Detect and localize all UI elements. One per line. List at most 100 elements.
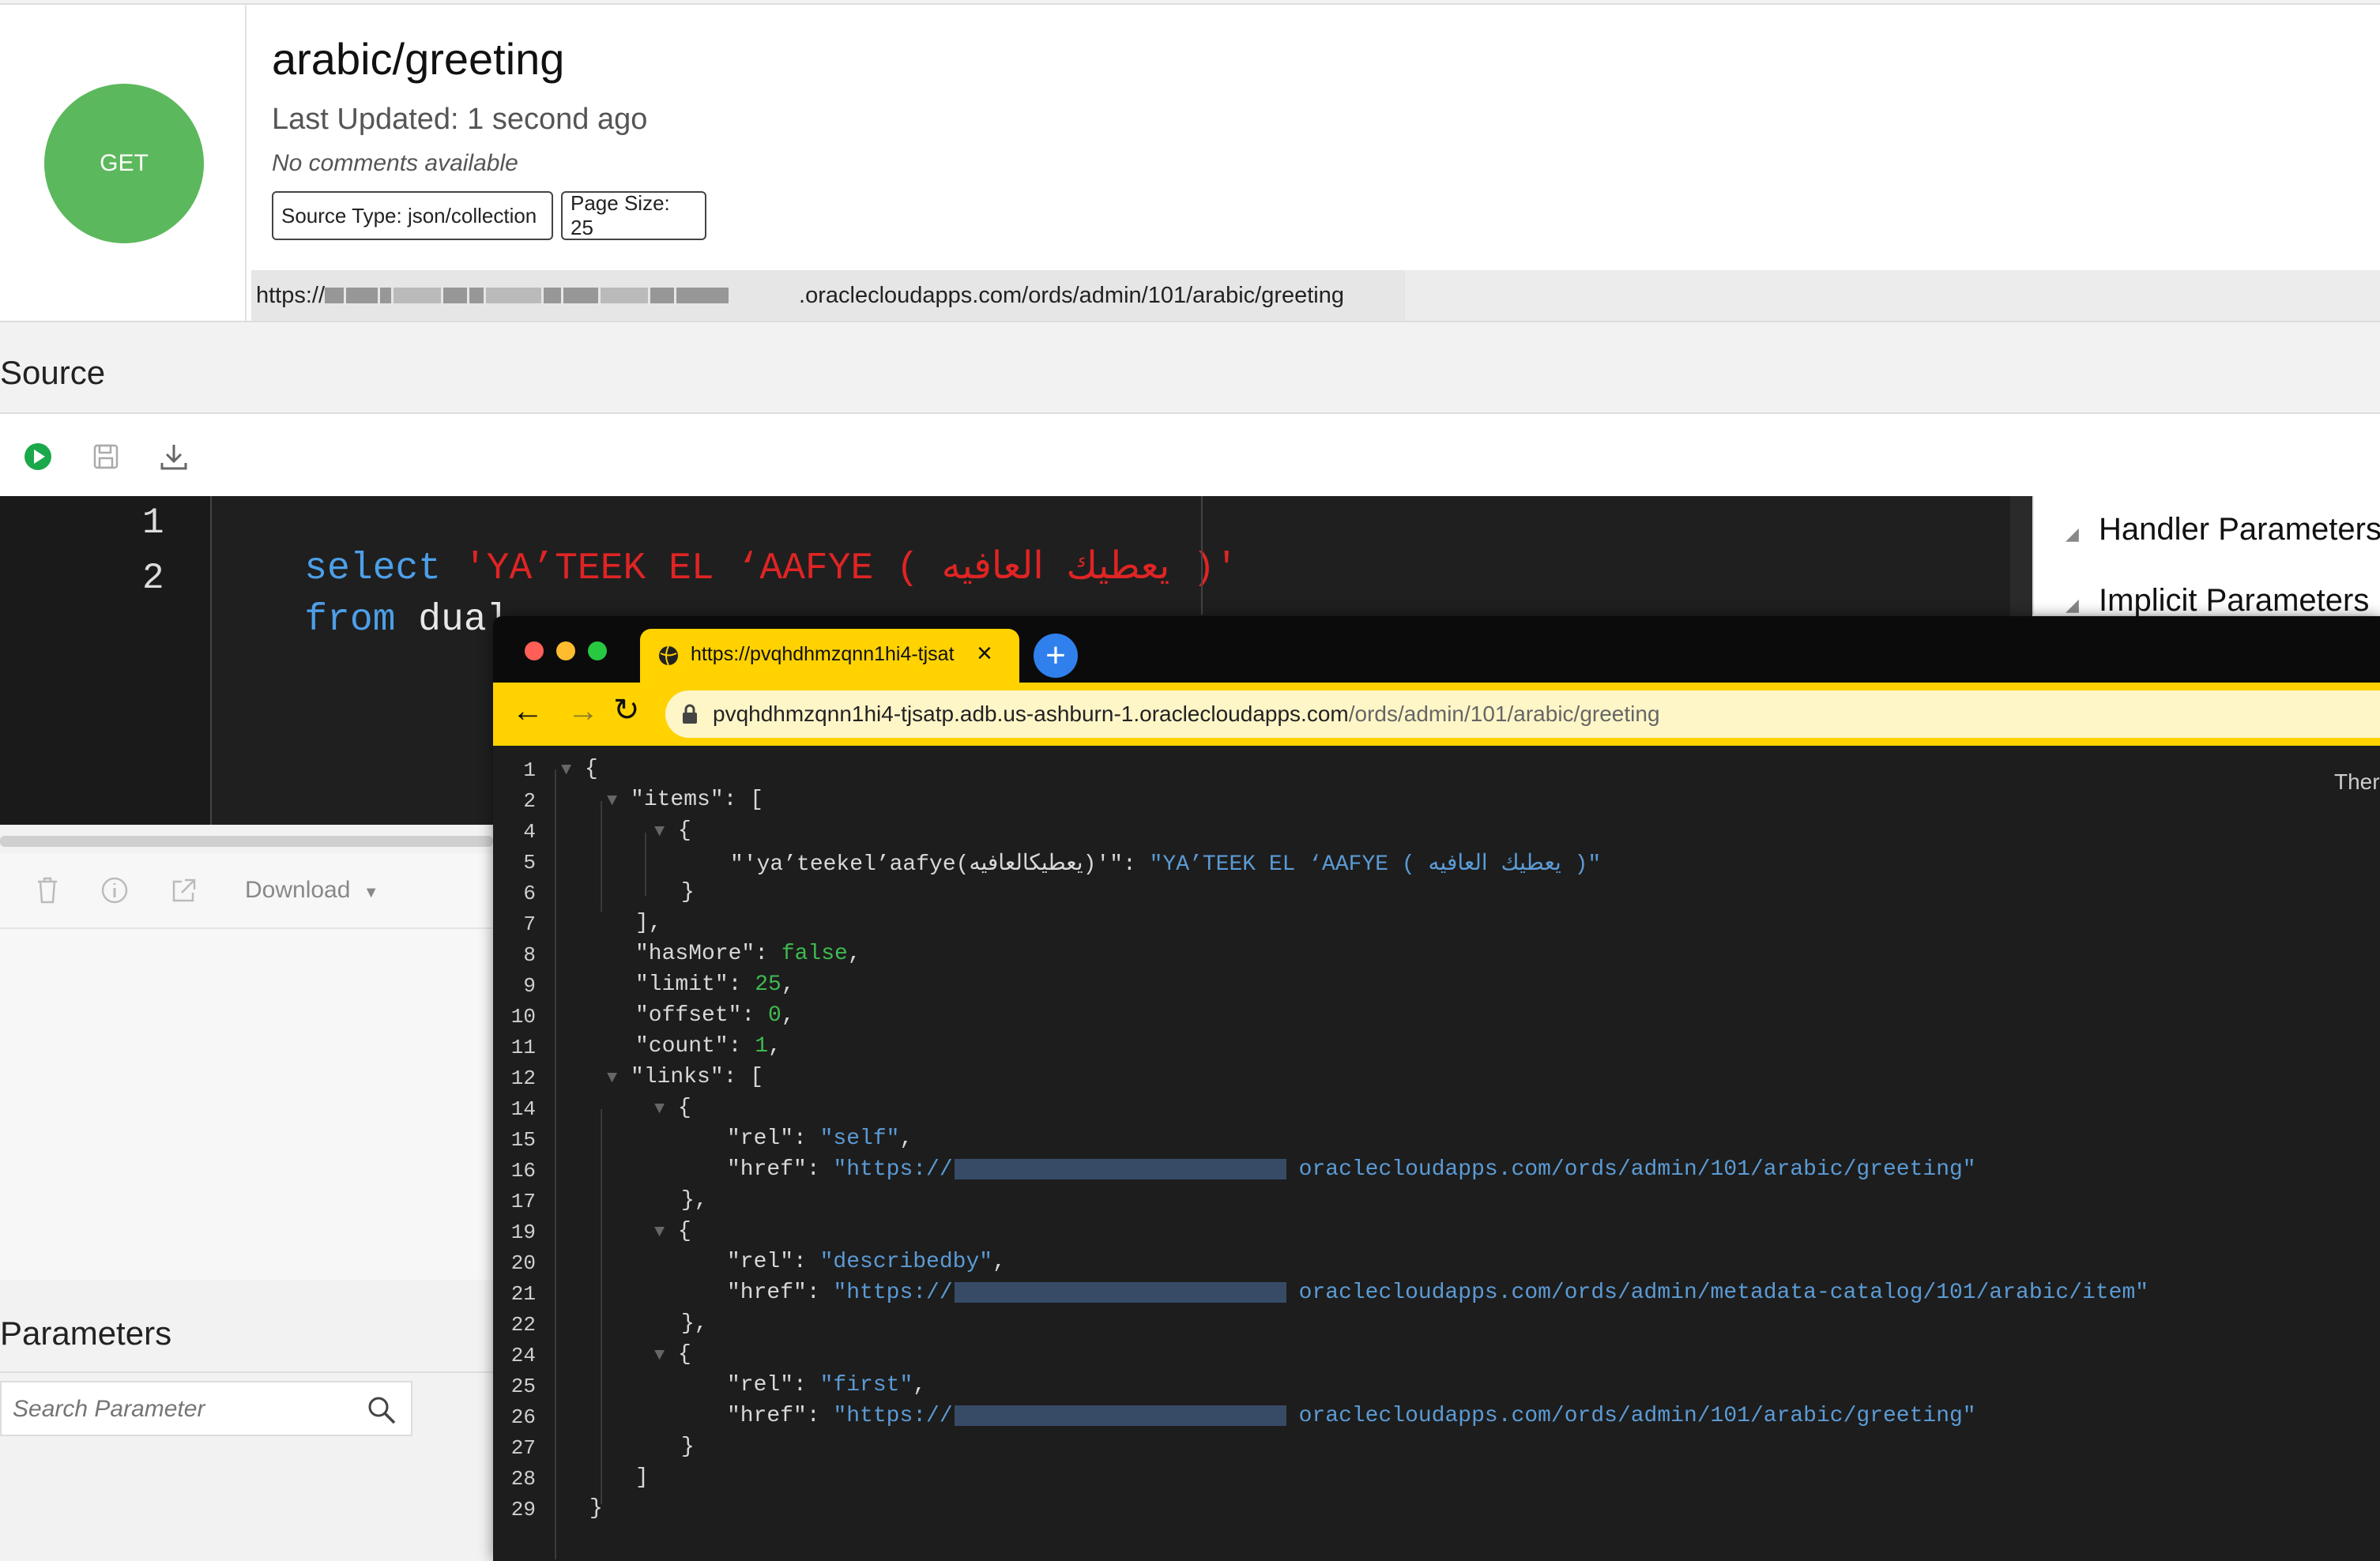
json-line-number: 26 [510, 1405, 536, 1429]
json-line: } [589, 1496, 603, 1521]
run-icon[interactable] [24, 442, 52, 471]
json-line: "hasMore": false, [635, 942, 861, 966]
json-line: ▼ "items": [ [607, 788, 764, 812]
sql-keyword: from [304, 599, 396, 641]
save-icon[interactable] [92, 442, 120, 471]
json-line: } [681, 880, 695, 905]
json-line-number: 19 [510, 1221, 536, 1244]
json-line: }, [681, 1311, 708, 1336]
close-window-icon[interactable] [525, 641, 544, 660]
fold-triangle-icon[interactable]: ▼ [654, 1345, 665, 1365]
json-line: ▼ "links": [ [607, 1065, 764, 1089]
download-label: Download [245, 877, 351, 903]
json-line: ▼ { [654, 818, 691, 843]
reload-icon[interactable]: ↻ [613, 692, 640, 728]
redacted-host [954, 1405, 1286, 1426]
page-size-chip: Page Size: 25 [561, 191, 706, 240]
info-icon[interactable] [101, 877, 128, 904]
results-panel: Download ▼ [0, 853, 495, 1280]
json-line: ▼ { [654, 1219, 691, 1243]
fold-triangle-icon[interactable]: ▼ [654, 1222, 665, 1242]
json-line: "rel": "first", [727, 1373, 927, 1397]
json-line-number: 20 [510, 1251, 536, 1275]
new-tab-button[interactable]: + [1034, 634, 1078, 678]
search-icon[interactable] [367, 1395, 397, 1425]
url-strip [1405, 270, 2380, 321]
globe-icon [659, 645, 678, 666]
download-dropdown[interactable]: Download ▼ [245, 877, 379, 904]
json-line-number: 10 [510, 1005, 536, 1029]
json-line: "offset": 0, [635, 1003, 795, 1028]
browser-toolbar: ← → ↻ pvqhdhmzqnn1hi4-tjsatp.adb.us-ashb… [493, 683, 2380, 746]
source-heading: Source [0, 354, 106, 391]
indent-guide [601, 801, 602, 912]
fold-triangle-icon[interactable]: ▼ [607, 1068, 617, 1088]
url-redacted [325, 288, 799, 303]
download-icon[interactable] [158, 441, 190, 472]
browser-tab-strip: https://pvqhdhmzqnn1hi4-tjsat × + [493, 616, 2380, 683]
json-line: "href": "https://oraclecloudapps.com/ord… [727, 1404, 1976, 1428]
line-number: 2 [142, 558, 164, 599]
search-input[interactable] [11, 1392, 346, 1427]
redacted-host [954, 1158, 1286, 1179]
json-line: ] [635, 1465, 649, 1490]
fold-triangle-icon[interactable]: ▼ [654, 822, 665, 841]
json-line-number: 14 [510, 1097, 536, 1121]
url-host: pvqhdhmzqnn1hi4-tjsatp.adb.us-ashburn-1.… [713, 702, 1349, 726]
chevron-down-icon: ▼ [363, 884, 379, 901]
url-suffix: .oraclecloudapps.com/ords/admin/101/arab… [799, 282, 1345, 308]
indent-guide [555, 769, 556, 1559]
endpoint-header: GET arabic/greeting Last Updated: 1 seco… [0, 3, 2380, 322]
parameters-heading: Parameters [0, 1315, 172, 1352]
horizontal-scrollbar[interactable] [0, 836, 493, 847]
parameter-search-box[interactable] [0, 1381, 412, 1436]
json-line-number: 8 [523, 943, 536, 967]
minimize-window-icon[interactable] [556, 641, 575, 660]
json-line-number: 12 [510, 1066, 536, 1090]
divider [0, 1371, 493, 1373]
json-line: } [681, 1435, 695, 1459]
json-line: "rel": "self", [727, 1127, 913, 1151]
json-line-number: 25 [510, 1375, 536, 1398]
address-bar[interactable]: pvqhdhmzqnn1hi4-tjsatp.adb.us-ashburn-1.… [665, 690, 2380, 738]
json-line-number: 27 [510, 1436, 536, 1460]
endpoint-url[interactable]: https:// .oraclecloudapps.com/ords/admin… [251, 270, 1405, 321]
maximize-window-icon[interactable] [588, 641, 607, 660]
json-line: "rel": "describedby", [727, 1250, 1006, 1274]
json-line-number: 22 [510, 1313, 536, 1337]
panel-item-implicit-parameters[interactable]: ◢ Implicit Parameters [2066, 583, 2369, 619]
sql-string: 'YA’TEEK EL ‘AAFYE ( يعطيك العافيه )' [463, 547, 1238, 590]
collapse-triangle-icon: ◢ [2066, 524, 2079, 544]
json-line: }, [681, 1188, 708, 1213]
close-tab-icon[interactable]: × [977, 638, 992, 669]
open-external-icon[interactable] [171, 877, 198, 904]
code-line-2: from dual [213, 556, 509, 684]
fold-triangle-icon[interactable]: ▼ [607, 791, 617, 811]
indent-guide [601, 1109, 602, 1504]
panel-item-handler-parameters[interactable]: ◢ Handler Parameters [2066, 512, 2380, 547]
trash-icon[interactable] [35, 875, 60, 904]
forward-icon[interactable]: → [567, 694, 599, 729]
back-icon[interactable]: ← [512, 694, 544, 729]
json-line-number: 24 [510, 1344, 536, 1367]
source-type-chip: Source Type: json/collection [272, 191, 553, 240]
browser-tab[interactable]: https://pvqhdhmzqnn1hi4-tjsat × [640, 629, 1019, 683]
json-line: ▼ { [561, 757, 598, 781]
json-line: "href": "https://oraclecloudapps.com/ord… [727, 1281, 2149, 1305]
divider [0, 927, 493, 929]
source-toolbar [0, 412, 2380, 498]
json-line-number: 5 [523, 851, 536, 875]
json-line-number: 7 [523, 912, 536, 936]
browser-window: https://pvqhdhmzqnn1hi4-tjsat × + ← → ↻ … [493, 616, 2380, 1561]
json-line-number: 17 [510, 1190, 536, 1213]
json-line-number: 11 [510, 1036, 536, 1059]
url-path: /ords/admin/101/arabic/greeting [1348, 702, 1660, 726]
theme-toggle[interactable]: Ther [2334, 769, 2380, 795]
method-badge: GET [44, 84, 204, 243]
json-line: "limit": 25, [635, 972, 795, 997]
last-updated: Last Updated: 1 second ago [272, 103, 648, 136]
fold-triangle-icon[interactable]: ▼ [561, 760, 571, 780]
fold-triangle-icon[interactable]: ▼ [654, 1099, 665, 1119]
collapse-triangle-icon: ◢ [2066, 595, 2079, 615]
indent-guide [645, 833, 646, 896]
